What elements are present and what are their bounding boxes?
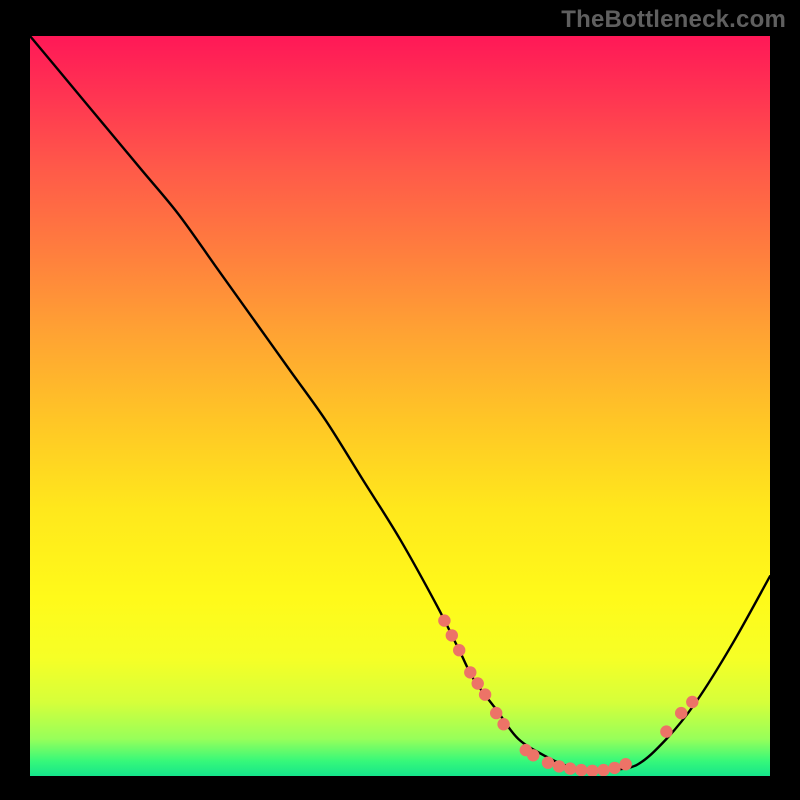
data-dot bbox=[597, 764, 609, 776]
data-dot bbox=[586, 765, 598, 776]
data-dot bbox=[542, 757, 554, 769]
data-dot bbox=[438, 614, 450, 626]
data-dot bbox=[575, 764, 587, 776]
data-dot bbox=[490, 707, 502, 719]
data-dot bbox=[464, 666, 476, 678]
data-dots bbox=[438, 614, 698, 776]
data-dot bbox=[564, 762, 576, 774]
data-dot bbox=[620, 758, 632, 770]
data-dot bbox=[472, 677, 484, 689]
chart-frame: TheBottleneck.com bbox=[0, 0, 800, 800]
bottleneck-curve-svg bbox=[30, 36, 770, 776]
data-dot bbox=[675, 707, 687, 719]
data-dot bbox=[553, 760, 565, 772]
data-dot bbox=[479, 688, 491, 700]
data-dot bbox=[453, 644, 465, 656]
bottleneck-curve bbox=[30, 36, 770, 771]
data-dot bbox=[497, 718, 509, 730]
watermark-text: TheBottleneck.com bbox=[561, 6, 786, 34]
data-dot bbox=[660, 725, 672, 737]
data-dot bbox=[446, 629, 458, 641]
data-dot bbox=[527, 749, 539, 761]
data-dot bbox=[608, 762, 620, 774]
plot-area bbox=[30, 36, 770, 776]
data-dot bbox=[686, 696, 698, 708]
